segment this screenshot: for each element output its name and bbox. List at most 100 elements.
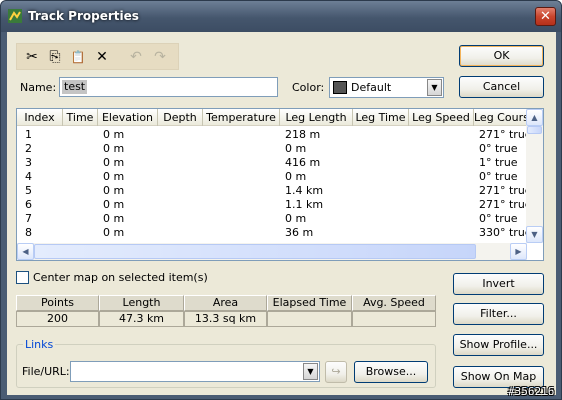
horizontal-scroll-thumb[interactable] — [34, 244, 476, 259]
open-link-icon[interactable]: ↪ — [325, 361, 347, 383]
name-value: test — [62, 80, 88, 94]
table-cell: 271° true — [479, 184, 532, 197]
table-cell: 2 — [25, 142, 32, 155]
table-row[interactable]: 2 0 m 0 m 0° true — [17, 142, 527, 156]
links-group-title: Links — [23, 338, 56, 351]
table-row[interactable]: 7 0 m 0 m 0° true — [17, 212, 527, 226]
center-map-checkbox[interactable] — [16, 271, 29, 284]
table-cell: 0 m — [103, 226, 125, 239]
column-header-temperature[interactable]: Temperature — [203, 109, 280, 126]
table-cell: 0 m — [103, 156, 125, 169]
table-row[interactable]: 1 0 m 218 m 271° true — [17, 128, 532, 142]
column-header-leg-course[interactable]: Leg Course — [474, 109, 527, 126]
title-bar[interactable]: Track Properties ✕ — [1, 1, 561, 32]
scroll-down-icon[interactable]: ▼ — [526, 226, 543, 243]
table-cell: 3 — [25, 156, 32, 169]
table-cell: 1° true — [479, 156, 518, 169]
stat-header-area: Area — [184, 295, 267, 311]
table-cell: 271° true — [479, 128, 532, 141]
table-cell: 0° true — [479, 170, 518, 183]
table-cell: 0 m — [103, 212, 125, 225]
scroll-up-icon[interactable]: ▲ — [526, 109, 543, 126]
table-cell: 218 m — [285, 128, 321, 141]
redo-icon[interactable]: ↷ — [151, 48, 169, 66]
invert-button[interactable]: Invert — [453, 273, 544, 295]
stat-value-avg-speed — [352, 311, 436, 327]
table-cell: 1 — [25, 128, 32, 141]
table-cell: 36 m — [285, 226, 314, 239]
delete-icon[interactable]: ✕ — [93, 48, 111, 66]
column-header-depth[interactable]: Depth — [158, 109, 203, 126]
table-cell: 0° true — [479, 212, 518, 225]
table-cell: 5 — [25, 184, 32, 197]
stat-value-points: 200 — [16, 311, 99, 327]
cancel-button[interactable]: Cancel — [459, 76, 544, 98]
column-header-time[interactable]: Time — [63, 109, 98, 126]
vertical-scroll-thumb[interactable] — [527, 126, 542, 134]
copy-icon[interactable]: ⎘ — [46, 48, 64, 66]
table-cell: 0 m — [285, 142, 307, 155]
table-row[interactable]: 4 0 m 0 m 0° true — [17, 170, 527, 184]
browse-button[interactable]: Browse... — [354, 361, 428, 383]
vertical-scrollbar[interactable]: ▲ ▼ — [526, 109, 543, 243]
color-label: Color: — [292, 81, 325, 94]
table-cell: 271° true — [479, 198, 532, 211]
scroll-left-icon[interactable]: ◀ — [17, 243, 34, 260]
file-url-label: File/URL: — [22, 365, 70, 378]
table-header: Index Time Elevation Depth Temperature L… — [17, 109, 527, 126]
stat-value-area: 13.3 sq km — [184, 311, 267, 327]
window-title: Track Properties — [28, 9, 139, 23]
horizontal-scrollbar[interactable]: ◀ ▶ — [17, 243, 527, 260]
table-cell: 0 m — [285, 170, 307, 183]
table-cell: 330° true — [479, 226, 532, 239]
color-swatch — [333, 81, 347, 94]
column-header-leg-speed[interactable]: Leg Speed — [409, 109, 474, 126]
track-properties-window: Track Properties ✕ ✂ ⎘ 📋 ✕ ↶ ↷ OK Cancel… — [0, 0, 562, 400]
scroll-right-icon[interactable]: ▶ — [510, 243, 527, 260]
show-profile-button[interactable]: Show Profile... — [453, 334, 544, 356]
table-cell: 0 m — [285, 212, 307, 225]
column-header-leg-length[interactable]: Leg Length — [280, 109, 353, 126]
table-row[interactable]: 3 0 m 416 m 1° true — [17, 156, 527, 170]
ok-button[interactable]: OK — [459, 45, 544, 67]
table-cell: 1.1 km — [285, 198, 324, 211]
name-input[interactable]: test — [59, 77, 278, 97]
file-url-input[interactable]: ▼ — [70, 361, 320, 382]
color-select[interactable]: Default ▼ — [329, 77, 444, 98]
track-points-table: Index Time Elevation Depth Temperature L… — [16, 108, 544, 261]
table-cell: 8 — [25, 226, 32, 239]
table-cell: 0 m — [103, 142, 125, 155]
chevron-down-icon[interactable]: ▼ — [303, 363, 318, 380]
edit-toolbar: ✂ ⎘ 📋 ✕ ↶ ↷ — [16, 43, 179, 70]
cut-icon[interactable]: ✂ — [23, 48, 41, 66]
center-map-label[interactable]: Center map on selected item(s) — [33, 271, 208, 284]
undo-icon[interactable]: ↶ — [127, 48, 145, 66]
column-header-index[interactable]: Index — [17, 109, 63, 126]
app-icon — [8, 9, 22, 23]
track-statistics: Points Length Area Elapsed Time Avg. Spe… — [16, 295, 436, 327]
stat-value-length: 47.3 km — [99, 311, 184, 327]
stat-header-elapsed-time: Elapsed Time — [267, 295, 352, 311]
paste-icon[interactable]: 📋 — [69, 48, 87, 66]
close-button[interactable]: ✕ — [535, 7, 556, 26]
column-header-elevation[interactable]: Elevation — [98, 109, 158, 126]
stat-header-avg-speed: Avg. Speed — [352, 295, 436, 311]
color-value: Default — [351, 81, 392, 94]
table-row[interactable]: 8 0 m 36 m 330° true — [17, 226, 532, 240]
table-cell: 416 m — [285, 156, 321, 169]
stat-header-points: Points — [16, 295, 99, 311]
table-cell: 1.4 km — [285, 184, 324, 197]
stat-header-length: Length — [99, 295, 184, 311]
chevron-down-icon[interactable]: ▼ — [427, 79, 442, 96]
table-cell: 4 — [25, 170, 32, 183]
table-row[interactable]: 6 0 m 1.1 km 271° true — [17, 198, 532, 212]
table-cell: 7 — [25, 212, 32, 225]
filter-button[interactable]: Filter... — [453, 303, 544, 325]
table-cell: 0 m — [103, 128, 125, 141]
table-cell: 0 m — [103, 184, 125, 197]
links-group: Links File/URL: ▼ ↪ Browse... — [16, 338, 436, 388]
dialog-body: ✂ ⎘ 📋 ✕ ↶ ↷ OK Cancel Name: test Color: … — [7, 32, 556, 395]
column-header-leg-time[interactable]: Leg Time — [353, 109, 409, 126]
table-row[interactable]: 5 0 m 1.4 km 271° true — [17, 184, 532, 198]
stat-value-elapsed-time — [267, 311, 352, 327]
